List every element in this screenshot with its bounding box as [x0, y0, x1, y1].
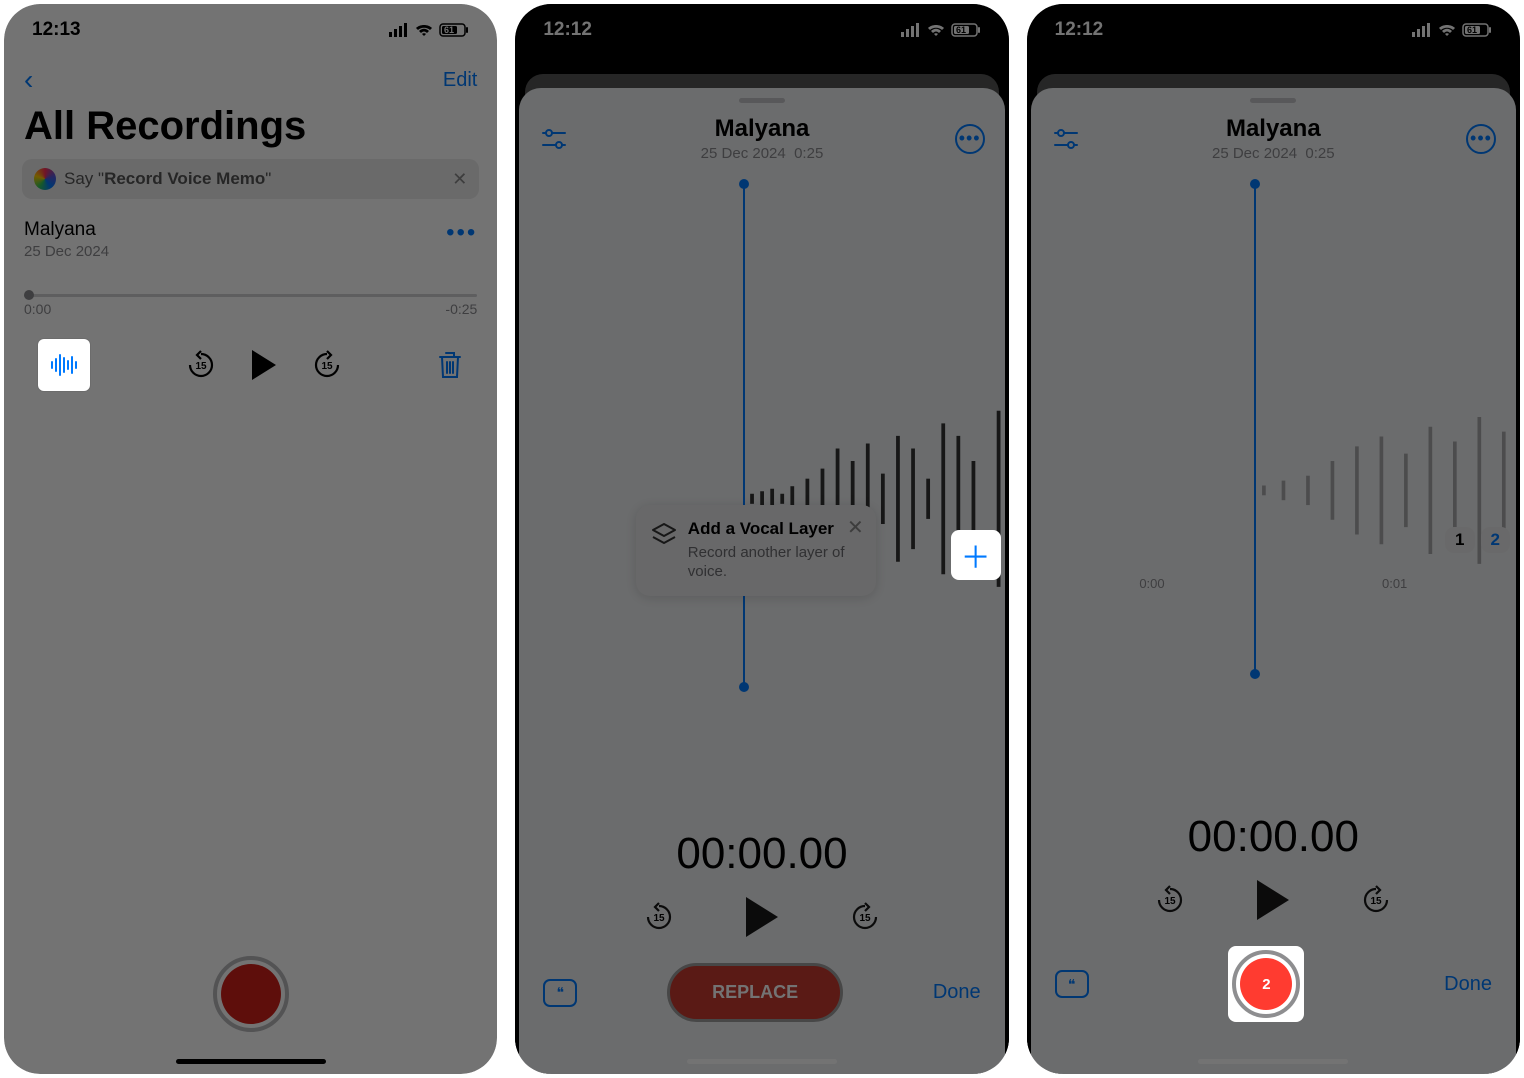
- add-layer-button[interactable]: ＋: [951, 530, 1001, 580]
- transcript-button[interactable]: ❝: [543, 979, 577, 1007]
- skip-forward-15-icon[interactable]: 15: [312, 350, 342, 380]
- timer: 00:00.00: [519, 829, 1004, 879]
- close-icon[interactable]: ✕: [452, 169, 467, 190]
- phone-screen-2: 12:12 61 Malyana 25 Dec 2024 0:25 •••: [515, 4, 1008, 1074]
- tooltip-title: Add a Vocal Layer: [688, 519, 862, 539]
- more-options-button[interactable]: •••: [1466, 124, 1496, 154]
- svg-text:61: 61: [444, 25, 454, 35]
- replace-button[interactable]: REPLACE: [667, 963, 843, 1022]
- status-indicators: 61: [389, 23, 469, 37]
- time-ruler: 0:00 0:01: [1031, 576, 1516, 591]
- waveform-area[interactable]: 1 2 0:00 0:01: [1031, 184, 1516, 796]
- status-indicators: 61: [901, 23, 981, 37]
- svg-text:15: 15: [859, 913, 871, 924]
- play-button[interactable]: [1257, 880, 1289, 920]
- svg-text:15: 15: [195, 361, 207, 372]
- more-button[interactable]: •••: [446, 219, 477, 247]
- home-indicator[interactable]: [687, 1059, 837, 1064]
- layer-2-pill[interactable]: 2: [1481, 527, 1510, 553]
- skip-forward-15-icon[interactable]: 15: [1361, 885, 1391, 915]
- status-bar: 12:12 61: [515, 4, 1008, 56]
- siri-icon: [34, 168, 56, 190]
- svg-text:15: 15: [653, 913, 665, 924]
- status-bar: 12:12 61: [1027, 4, 1520, 56]
- phone-screen-3: 12:12 61 Malyana 25 Dec 2024 0:25 •••: [1027, 4, 1520, 1074]
- tooltip-desc: Record another layer of voice.: [688, 543, 862, 582]
- recording-meta: 25 Dec 2024 0:25: [1212, 145, 1335, 162]
- layer-1-pill[interactable]: 1: [1445, 527, 1474, 553]
- time-remaining: -0:25: [445, 301, 477, 317]
- status-indicators: 61: [1412, 23, 1492, 37]
- timer: 00:00.00: [1031, 812, 1516, 862]
- recording-title: Malyana: [701, 115, 824, 143]
- back-button[interactable]: ‹: [24, 64, 33, 96]
- page-title: All Recordings: [4, 100, 497, 159]
- skip-back-15-icon[interactable]: 15: [644, 902, 674, 932]
- recording-meta: 25 Dec 2024 0:25: [701, 145, 824, 162]
- playhead[interactable]: [1254, 184, 1256, 674]
- playback-settings-button[interactable]: [1051, 124, 1081, 154]
- skip-back-15-icon[interactable]: 15: [186, 350, 216, 380]
- waveform-area[interactable]: Add a Vocal Layer Record another layer o…: [519, 184, 1004, 813]
- status-time: 12:12: [1055, 19, 1104, 41]
- recording-name: Malyana: [24, 219, 109, 241]
- waveform-icon: [50, 353, 78, 377]
- skip-back-15-icon[interactable]: 15: [1155, 885, 1185, 915]
- svg-text:61: 61: [1467, 25, 1477, 35]
- svg-text:15: 15: [321, 361, 333, 372]
- skip-forward-15-icon[interactable]: 15: [850, 902, 880, 932]
- play-button[interactable]: [252, 350, 276, 380]
- delete-button[interactable]: [437, 350, 463, 380]
- recording-row[interactable]: Malyana 25 Dec 2024 ••• 0:00 -0:25 15 15: [4, 211, 497, 405]
- home-indicator[interactable]: [176, 1059, 326, 1064]
- edit-sheet: Malyana 25 Dec 2024 0:25 ••• Add a Vocal…: [519, 88, 1004, 1074]
- record-button[interactable]: [213, 956, 289, 1032]
- sheet-grabber[interactable]: [739, 98, 785, 103]
- play-button[interactable]: [746, 897, 778, 937]
- status-bar: 12:13 61: [4, 4, 497, 56]
- scrubber[interactable]: [24, 294, 477, 297]
- svg-text:15: 15: [1371, 896, 1383, 907]
- edit-sheet: Malyana 25 Dec 2024 0:25 ••• 1 2 0:00 0:…: [1031, 88, 1516, 1074]
- record-layer-button[interactable]: 2: [1228, 946, 1304, 1022]
- tooltip-add-layer: Add a Vocal Layer Record another layer o…: [636, 505, 876, 596]
- layers-icon: [650, 521, 678, 549]
- playback-settings-button[interactable]: [539, 124, 569, 154]
- svg-text:15: 15: [1165, 896, 1177, 907]
- home-indicator[interactable]: [1198, 1059, 1348, 1064]
- edit-button[interactable]: Edit: [443, 69, 477, 92]
- recording-title: Malyana: [1212, 115, 1335, 143]
- close-icon[interactable]: ✕: [847, 515, 864, 540]
- plus-icon: ＋: [961, 533, 991, 577]
- status-time: 12:12: [543, 19, 592, 41]
- edit-waveform-button[interactable]: [38, 339, 90, 391]
- phone-screen-1: 12:13 61 ‹ Edit All Recordings Say "Reco…: [4, 4, 497, 1074]
- recording-date: 25 Dec 2024: [24, 243, 109, 260]
- sheet-grabber[interactable]: [1250, 98, 1296, 103]
- done-button[interactable]: Done: [933, 981, 981, 1004]
- more-options-button[interactable]: •••: [955, 124, 985, 154]
- siri-suggestion[interactable]: Say "Record Voice Memo" ✕: [22, 159, 479, 199]
- layer-selector[interactable]: 1 2: [1445, 527, 1510, 553]
- done-button[interactable]: Done: [1444, 973, 1492, 996]
- transcript-button[interactable]: ❝: [1055, 970, 1089, 998]
- svg-text:61: 61: [956, 25, 966, 35]
- playhead[interactable]: [743, 184, 745, 687]
- time-elapsed: 0:00: [24, 301, 51, 317]
- status-time: 12:13: [32, 19, 81, 41]
- layer-count-badge: 2: [1262, 976, 1270, 993]
